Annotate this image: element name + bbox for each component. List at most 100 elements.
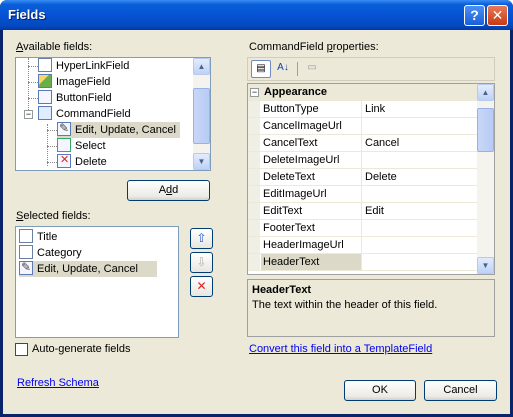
list-item-label: Category xyxy=(37,247,82,259)
property-row[interactable]: EditImageUrl xyxy=(248,186,479,203)
property-pages-icon[interactable]: ▭ xyxy=(302,60,322,78)
tree-item-hyperlinkfield[interactable]: HyperLinkField xyxy=(38,58,129,74)
collapse-icon[interactable]: − xyxy=(250,88,259,97)
move-up-button[interactable]: ⇧ xyxy=(190,228,213,249)
ok-button[interactable]: OK xyxy=(344,380,416,401)
category-label: Appearance xyxy=(264,86,327,98)
title-bar[interactable]: Fields ? ✕ xyxy=(0,0,513,30)
property-value[interactable] xyxy=(363,186,481,202)
category-appearance[interactable]: − Appearance xyxy=(248,84,479,101)
tree-line xyxy=(28,98,38,99)
property-value[interactable] xyxy=(363,237,481,253)
property-row[interactable]: DeleteText Delete xyxy=(248,169,479,186)
scroll-thumb[interactable] xyxy=(193,88,210,144)
property-row[interactable]: DeleteImageUrl xyxy=(248,152,479,169)
add-button[interactable]: Add xyxy=(127,180,210,201)
selected-item-title[interactable]: Title xyxy=(19,229,57,245)
row-margin xyxy=(248,169,260,185)
window-title: Fields xyxy=(8,7,46,22)
property-name: HeaderImageUrl xyxy=(261,237,362,253)
bound-field-icon xyxy=(19,245,33,259)
row-margin xyxy=(248,118,260,134)
tree-line xyxy=(47,130,57,131)
property-value[interactable]: Cancel xyxy=(363,135,481,151)
row-margin xyxy=(248,186,260,202)
help-button[interactable]: ? xyxy=(464,5,485,26)
dialog-body: Available fields: − HyperLinkField Image… xyxy=(3,30,510,414)
property-name: EditImageUrl xyxy=(261,186,362,202)
tree-line xyxy=(28,66,38,67)
scroll-thumb[interactable] xyxy=(477,108,494,152)
property-row[interactable]: CancelText Cancel xyxy=(248,135,479,152)
property-name: CancelText xyxy=(261,135,362,151)
close-button[interactable]: ✕ xyxy=(487,5,508,26)
property-value[interactable] xyxy=(363,118,481,134)
property-name: CancelImageUrl xyxy=(261,118,362,134)
alphabetical-icon[interactable]: A↓ xyxy=(273,60,293,78)
cancel-button[interactable]: Cancel xyxy=(424,380,497,401)
move-down-button[interactable]: ⇩ xyxy=(190,252,213,273)
property-description-panel: HeaderText The text within the header of… xyxy=(247,279,495,337)
tree-line xyxy=(47,162,57,163)
selected-fields-label: Selected fields: xyxy=(16,210,91,222)
tree-item-delete[interactable]: Delete xyxy=(57,152,107,170)
property-grid-scrollbar[interactable]: ▲ ▼ xyxy=(477,84,494,274)
property-name: ButtonType xyxy=(261,101,362,117)
selected-fields-list[interactable]: Title Category Edit, Update, Cancel xyxy=(15,226,179,338)
available-scrollbar[interactable]: ▲ ▼ xyxy=(193,58,210,170)
available-fields-label: Available fields: xyxy=(16,41,93,53)
selected-item-edit-update-cancel[interactable]: Edit, Update, Cancel xyxy=(19,259,157,277)
tree-item-label: ImageField xyxy=(56,76,111,88)
tree-line xyxy=(28,82,38,83)
property-row[interactable]: EditText Edit xyxy=(248,203,479,220)
available-fields-tree[interactable]: − HyperLinkField ImageField ButtonField … xyxy=(15,57,211,171)
list-item-label: Edit, Update, Cancel xyxy=(37,263,138,275)
tree-item-buttonfield[interactable]: ButtonField xyxy=(38,90,112,106)
command-field-icon xyxy=(38,106,52,120)
property-value[interactable] xyxy=(363,254,481,270)
property-value[interactable]: Link xyxy=(363,101,481,117)
property-grid[interactable]: − Appearance ButtonType Link CancelImageUr… xyxy=(247,83,495,275)
tree-line xyxy=(47,146,57,147)
property-name: DeleteImageUrl xyxy=(261,152,362,168)
tree-item-edit-update-cancel[interactable]: Edit, Update, Cancel xyxy=(57,120,180,138)
description-text: The text within the header of this field… xyxy=(252,299,438,311)
property-value[interactable] xyxy=(363,152,481,168)
property-row[interactable]: ButtonType Link xyxy=(248,101,479,118)
button-field-icon xyxy=(38,90,52,104)
property-value[interactable] xyxy=(363,220,481,236)
properties-label: CommandField properties: xyxy=(249,41,379,53)
scroll-down-icon[interactable]: ▼ xyxy=(193,153,210,170)
collapse-icon[interactable]: − xyxy=(24,110,33,119)
property-value[interactable]: Edit xyxy=(363,203,481,219)
scroll-up-icon[interactable]: ▲ xyxy=(477,84,494,101)
tree-item-imagefield[interactable]: ImageField xyxy=(38,74,110,90)
tree-item-label: CommandField xyxy=(56,108,131,120)
tree-item-label: HyperLinkField xyxy=(56,60,130,72)
property-row[interactable]: FooterText xyxy=(248,220,479,237)
autogenerate-label[interactable]: Auto-generate fields xyxy=(32,343,130,355)
convert-templatefield-link[interactable]: Convert this field into a TemplateField xyxy=(249,343,432,355)
description-title: HeaderText xyxy=(252,284,312,296)
property-name: HeaderText xyxy=(261,254,362,270)
scroll-up-icon[interactable]: ▲ xyxy=(193,58,210,75)
delete-field-button[interactable]: ✕ xyxy=(190,276,213,297)
property-row[interactable]: CancelImageUrl xyxy=(248,118,479,135)
tree-item-commandfield[interactable]: CommandField xyxy=(38,106,131,122)
fields-dialog: Fields ? ✕ Available fields: − HyperLink… xyxy=(0,0,513,417)
property-value[interactable]: Delete xyxy=(363,169,481,185)
refresh-schema-link[interactable]: Refresh Schema xyxy=(17,377,99,389)
scroll-down-icon[interactable]: ▼ xyxy=(477,257,494,274)
edit-update-cancel-icon xyxy=(57,120,71,136)
property-row[interactable]: HeaderText xyxy=(248,254,479,271)
row-margin xyxy=(248,220,260,236)
categorized-icon[interactable]: ▤ xyxy=(251,60,271,78)
tree-item-label: Select xyxy=(75,140,106,152)
property-name: DeleteText xyxy=(261,169,362,185)
autogenerate-checkbox[interactable] xyxy=(15,343,28,356)
select-icon xyxy=(57,138,71,152)
row-margin xyxy=(248,101,260,117)
property-row[interactable]: HeaderImageUrl xyxy=(248,237,479,254)
tree-item-label: Edit, Update, Cancel xyxy=(75,124,176,136)
delete-icon xyxy=(57,152,71,168)
